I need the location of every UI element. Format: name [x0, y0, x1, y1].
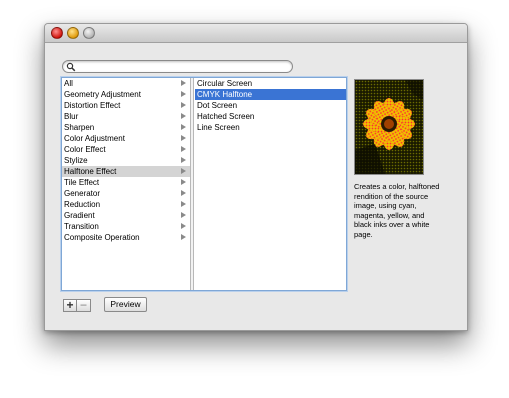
disclosure-arrow-icon	[181, 113, 186, 119]
filter-item[interactable]: Line Screen	[195, 122, 346, 133]
search-input[interactable]	[77, 61, 282, 72]
filter-column[interactable]: Circular Screen CMYK Halftone Dot Screen Ha…	[195, 78, 346, 290]
category-item[interactable]: Color Effect	[62, 144, 190, 155]
filter-description: Creates a color, halftoned rendition of …	[354, 182, 440, 239]
category-label: Composite Operation	[64, 233, 140, 242]
filter-browser: All Geometry Adjustment Distortion Effect B…	[61, 77, 347, 291]
category-item[interactable]: Halftone Effect	[62, 166, 190, 177]
category-label: All	[64, 79, 73, 88]
disclosure-arrow-icon	[181, 179, 186, 185]
category-item[interactable]: Gradient	[62, 210, 190, 221]
category-item[interactable]: Distortion Effect	[62, 100, 190, 111]
category-label: Reduction	[64, 200, 101, 209]
filter-label: Circular Screen	[197, 79, 253, 88]
preview-button[interactable]: Preview	[104, 297, 147, 312]
category-column[interactable]: All Geometry Adjustment Distortion Effect B…	[62, 78, 194, 290]
disclosure-arrow-icon	[181, 234, 186, 240]
filter-item[interactable]: Circular Screen	[195, 78, 346, 89]
disclosure-arrow-icon	[181, 102, 186, 108]
close-button[interactable]	[51, 27, 63, 39]
category-label: Sharpen	[64, 123, 95, 132]
category-item[interactable]: Color Adjustment	[62, 133, 190, 144]
disclosure-arrow-icon	[181, 223, 186, 229]
filter-label: Dot Screen	[197, 101, 238, 110]
flower-halftone-image	[355, 80, 423, 174]
category-item[interactable]: Geometry Adjustment	[62, 89, 190, 100]
disclosure-arrow-icon	[181, 124, 186, 130]
category-label: Blur	[64, 112, 79, 121]
category-label: Stylize	[64, 156, 88, 165]
title-bar[interactable]	[45, 24, 467, 43]
search-icon	[66, 62, 76, 72]
disclosure-arrow-icon	[181, 168, 186, 174]
filter-browser-window: All Geometry Adjustment Distortion Effect B…	[44, 23, 468, 331]
disclosure-arrow-icon	[181, 201, 186, 207]
minimize-button[interactable]	[67, 27, 79, 39]
category-item[interactable]: Generator	[62, 188, 190, 199]
category-item[interactable]: All	[62, 78, 190, 89]
category-label: Halftone Effect	[64, 167, 117, 176]
add-button[interactable]: +	[63, 299, 77, 312]
filter-item[interactable]: Dot Screen	[195, 100, 346, 111]
disclosure-arrow-icon	[181, 91, 186, 97]
disclosure-arrow-icon	[181, 146, 186, 152]
category-item[interactable]: Stylize	[62, 155, 190, 166]
disclosure-arrow-icon	[181, 157, 186, 163]
filter-item[interactable]: CMYK Halftone	[195, 89, 346, 100]
filter-preview-image	[354, 79, 424, 175]
category-label: Distortion Effect	[64, 101, 121, 110]
disclosure-arrow-icon	[181, 80, 186, 86]
disclosure-arrow-icon	[181, 135, 186, 141]
filter-label: Line Screen	[197, 123, 240, 132]
filter-label: Hatched Screen	[197, 112, 255, 121]
filter-label: CMYK Halftone	[197, 90, 253, 99]
category-label: Transition	[64, 222, 99, 231]
category-label: Color Effect	[64, 145, 106, 154]
category-label: Gradient	[64, 211, 95, 220]
category-item[interactable]: Tile Effect	[62, 177, 190, 188]
category-label: Color Adjustment	[64, 134, 125, 143]
zoom-button[interactable]	[83, 27, 95, 39]
disclosure-arrow-icon	[181, 212, 186, 218]
category-item[interactable]: Reduction	[62, 199, 190, 210]
search-field[interactable]	[62, 60, 293, 73]
category-label: Geometry Adjustment	[64, 90, 141, 99]
category-label: Generator	[64, 189, 101, 198]
category-label: Tile Effect	[64, 178, 100, 187]
category-item[interactable]: Blur	[62, 111, 190, 122]
filter-item[interactable]: Hatched Screen	[195, 111, 346, 122]
category-item[interactable]: Transition	[62, 221, 190, 232]
disclosure-arrow-icon	[181, 190, 186, 196]
category-item[interactable]: Composite Operation	[62, 232, 190, 243]
remove-button[interactable]: −	[77, 299, 91, 312]
category-item[interactable]: Sharpen	[62, 122, 190, 133]
